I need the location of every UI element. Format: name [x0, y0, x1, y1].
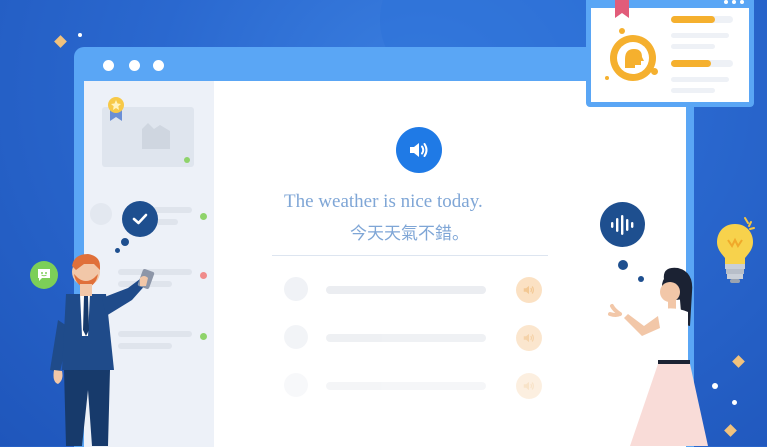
- list-item[interactable]: [284, 325, 544, 351]
- bubble-tail-dot: [121, 238, 129, 246]
- play-audio-button[interactable]: [516, 373, 542, 399]
- woman-illustration: [608, 267, 708, 446]
- bookmark-icon: [108, 97, 124, 121]
- status-dot: [200, 213, 207, 220]
- check-icon: [132, 213, 148, 225]
- sparkle-decoration: [54, 35, 67, 48]
- online-status-dot: [184, 157, 190, 163]
- businessman-illustration: [50, 254, 155, 446]
- dot-decoration: [651, 68, 658, 75]
- play-audio-button[interactable]: [516, 277, 542, 303]
- divider: [272, 255, 548, 256]
- status-dot: [200, 272, 207, 279]
- profile-card[interactable]: [102, 97, 194, 167]
- sparkle-decoration: [724, 424, 737, 437]
- check-bubble: [122, 201, 158, 237]
- progress-bar-fill: [671, 60, 711, 67]
- sentence-chinese: 今天天氣不錯。: [350, 224, 469, 244]
- list-item-avatar: [284, 325, 308, 349]
- sentence-english: The weather is nice today.: [284, 191, 483, 212]
- mini-window-content: [591, 0, 749, 102]
- window-control-dot: [724, 0, 728, 4]
- text-placeholder: [671, 33, 729, 38]
- speaker-icon: [523, 381, 534, 391]
- progress-mini-window: [586, 0, 754, 107]
- dot-decoration: [619, 28, 625, 34]
- window-control-dot[interactable]: [153, 60, 164, 71]
- list-item-avatar: [284, 277, 308, 301]
- bookmark-ribbon-icon: [615, 0, 629, 18]
- lightbulb-icon: [717, 217, 755, 283]
- dot-decoration: [605, 76, 609, 80]
- list-item-text-placeholder: [326, 382, 486, 390]
- list-item[interactable]: [284, 277, 544, 303]
- status-dot: [200, 333, 207, 340]
- window-control-dot[interactable]: [103, 60, 114, 71]
- voice-wave-icon: [610, 214, 633, 235]
- dot-decoration: [732, 400, 737, 405]
- list-item-text-placeholder: [326, 334, 486, 342]
- speaker-icon: [523, 285, 534, 295]
- window-control-dot[interactable]: [129, 60, 140, 71]
- speaker-icon: [523, 333, 534, 343]
- voice-bubble: [600, 202, 645, 247]
- avatar-placeholder-icon: [142, 123, 170, 149]
- list-item-avatar: [284, 373, 308, 397]
- list-item-text-placeholder: [326, 286, 486, 294]
- text-placeholder: [671, 77, 729, 82]
- list-item-avatar: [90, 203, 112, 225]
- window-control-dot: [740, 0, 744, 4]
- play-audio-button[interactable]: [516, 325, 542, 351]
- speaker-icon: [410, 143, 428, 157]
- sparkle-decoration: [732, 355, 745, 368]
- dot-decoration: [78, 33, 82, 37]
- window-control-dot: [732, 0, 736, 4]
- learner-head-icon: [610, 35, 656, 81]
- play-audio-button[interactable]: [396, 127, 442, 173]
- text-placeholder: [671, 88, 715, 93]
- text-placeholder: [671, 44, 715, 49]
- app-window: The weather is nice today. 今天天氣不錯。: [74, 47, 694, 447]
- progress-bar-fill: [671, 16, 715, 23]
- list-item[interactable]: [284, 373, 544, 399]
